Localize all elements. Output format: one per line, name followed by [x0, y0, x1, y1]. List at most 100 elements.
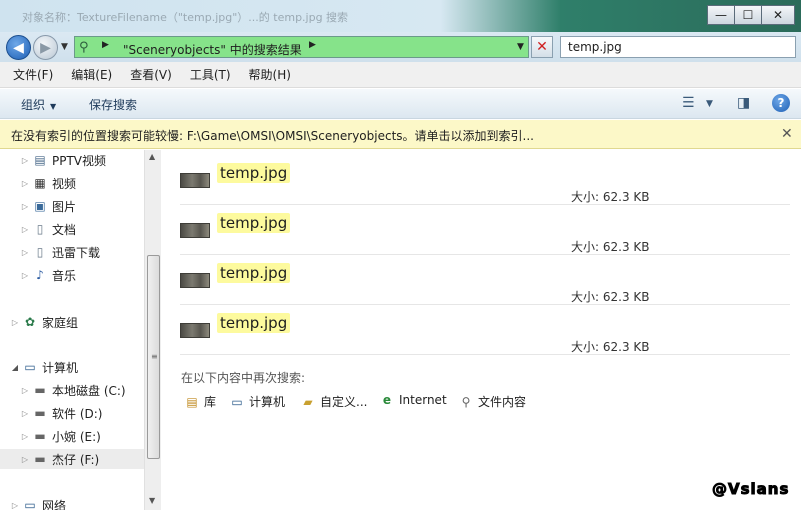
title-bar: 对象名称：TextureFilename（"temp.jpg"）...的 tem… — [0, 0, 801, 32]
nav-item-pictures[interactable]: ▷ ▣ 图片 — [20, 196, 161, 216]
search-again-file-contents[interactable]: ⚲ 文件内容 — [458, 393, 526, 410]
document-icon: ▯ — [36, 222, 44, 236]
back-button[interactable]: ◀ — [6, 35, 31, 60]
drive-icon: ▬ — [34, 406, 46, 420]
save-search-button[interactable]: 保存搜索 — [89, 96, 137, 113]
folder-icon: ▰ — [303, 394, 313, 409]
result-item[interactable]: temp.jpg 大小: 62.3 KB — [180, 305, 790, 355]
close-icon[interactable]: ✕ — [781, 126, 793, 142]
breadcrumb-current[interactable]: "Sceneryobjects" 中的搜索结果 — [123, 41, 302, 58]
nav-item-label: 小婉 (E:) — [52, 429, 101, 444]
preview-pane-icon[interactable]: ◨ — [737, 95, 750, 111]
result-item[interactable]: temp.jpg 大小: 62.3 KB — [180, 205, 790, 255]
search-again-custom[interactable]: ▰ 自定义... — [300, 393, 367, 410]
info-bar-text[interactable]: 在没有索引的位置搜索可能较慢: F:\Game\OMSI\OMSI\Scener… — [11, 127, 534, 144]
size-label: 大小: — [571, 290, 600, 304]
organize-label: 组织 — [21, 98, 46, 112]
nav-scrollbar[interactable]: ▲ ≡ ▼ — [144, 150, 161, 510]
organize-button[interactable]: 组织 ▼ — [21, 96, 56, 113]
nav-item-thunder-downloads[interactable]: ▷ ▯ 迅雷下载 — [20, 242, 161, 262]
size-label: 大小: — [571, 340, 600, 354]
breadcrumb-chevron-icon[interactable]: ▶ — [102, 40, 109, 50]
recent-pages-dropdown[interactable]: ▼ — [61, 42, 68, 52]
address-bar[interactable]: ⚲ ▶ "Sceneryobjects" 中的搜索结果 ▶ ▼ — [74, 36, 529, 58]
result-size: 大小: 62.3 KB — [571, 338, 650, 355]
nav-item-pptv[interactable]: ▷ ▤ PPTV视频 — [20, 150, 161, 170]
result-item[interactable]: temp.jpg 大小: 62.3 KB — [180, 155, 790, 205]
nav-item-label: 家庭组 — [42, 315, 79, 330]
expand-icon[interactable]: ▷ — [20, 202, 30, 211]
nav-item-label: 软件 (D:) — [52, 406, 103, 421]
nav-item-music[interactable]: ▷ ♪ 音乐 — [20, 265, 161, 285]
result-filename[interactable]: temp.jpg — [217, 213, 291, 233]
expand-icon[interactable]: ▷ — [10, 501, 20, 510]
option-label: 文件内容 — [478, 395, 527, 409]
search-again-computer[interactable]: ▭ 计算机 — [229, 393, 285, 410]
expand-icon[interactable]: ▷ — [20, 156, 30, 165]
nav-item-drive-c[interactable]: ▷ ▬ 本地磁盘 (C:) — [20, 380, 161, 400]
expand-icon[interactable]: ▷ — [20, 248, 30, 257]
expand-icon[interactable]: ▷ — [20, 409, 30, 418]
nav-item-documents[interactable]: ▷ ▯ 文档 — [20, 219, 161, 239]
search-box[interactable] — [560, 36, 796, 58]
menu-help[interactable]: 帮助(H) — [240, 66, 300, 83]
expand-icon[interactable]: ▷ — [20, 455, 30, 464]
forward-button[interactable]: ▶ — [33, 35, 58, 60]
nav-item-drive-e[interactable]: ▷ ▬ 小婉 (E:) — [20, 426, 161, 446]
expand-icon[interactable]: ▷ — [20, 271, 30, 280]
result-item[interactable]: temp.jpg 大小: 62.3 KB — [180, 255, 790, 305]
computer-icon: ▭ — [24, 360, 36, 374]
menu-view[interactable]: 查看(V) — [121, 66, 181, 83]
size-value: 62.3 KB — [602, 340, 650, 354]
size-label: 大小: — [571, 240, 600, 254]
address-dropdown-icon[interactable]: ▼ — [517, 42, 524, 52]
expand-icon[interactable]: ▷ — [20, 225, 30, 234]
nav-item-label: 图片 — [52, 199, 77, 214]
menu-edit[interactable]: 编辑(E) — [62, 66, 121, 83]
nav-item-computer[interactable]: ◢ ▭ 计算机 — [10, 357, 153, 377]
library-icon: ▤ — [186, 394, 198, 409]
document-search-icon: ⚲ — [461, 394, 471, 409]
result-filename[interactable]: temp.jpg — [217, 263, 291, 283]
result-size: 大小: 62.3 KB — [571, 288, 650, 305]
expand-icon[interactable]: ▷ — [20, 432, 30, 441]
result-filename[interactable]: temp.jpg — [217, 313, 291, 333]
scroll-thumb[interactable]: ≡ — [147, 255, 160, 459]
maximize-button[interactable]: ☐ — [734, 5, 762, 25]
minimize-button[interactable]: — — [707, 5, 735, 25]
grip-icon: ≡ — [151, 352, 158, 361]
watermark-logo: @Vsians — [711, 480, 790, 499]
menu-tools[interactable]: 工具(T) — [181, 66, 240, 83]
search-again-internet[interactable]: e Internet — [379, 393, 447, 407]
menu-file[interactable]: 文件(F) — [4, 66, 62, 83]
expand-icon[interactable]: ▷ — [20, 179, 30, 188]
nav-item-drive-d[interactable]: ▷ ▬ 软件 (D:) — [20, 403, 161, 423]
search-results-pane: temp.jpg 大小: 62.3 KB temp.jpg 大小: 62.3 K… — [162, 150, 801, 510]
collapse-icon[interactable]: ◢ — [10, 363, 20, 372]
nav-item-video[interactable]: ▷ ▦ 视频 — [20, 173, 161, 193]
view-dropdown-icon[interactable]: ▼ — [706, 99, 713, 109]
stop-search-button[interactable]: ✕ — [531, 36, 553, 58]
nav-item-label: 音乐 — [52, 268, 77, 283]
back-arrow-icon: ◀ — [13, 39, 24, 56]
nav-item-drive-f[interactable]: ▷ ▬ 杰仔 (F:) — [0, 449, 144, 469]
search-input[interactable] — [566, 37, 766, 57]
nav-item-network[interactable]: ▷ ▭ 网络 — [10, 495, 153, 510]
scroll-down-icon[interactable]: ▼ — [149, 496, 155, 505]
close-button[interactable]: ✕ — [761, 5, 795, 25]
search-again-library[interactable]: ▤ 库 — [184, 393, 216, 410]
homegroup-icon: ✿ — [24, 315, 36, 329]
view-options-icon[interactable]: ☰ — [682, 95, 695, 111]
expand-icon[interactable]: ▷ — [20, 386, 30, 395]
search-again-heading: 在以下内容中再次搜索: — [181, 371, 306, 385]
result-filename[interactable]: temp.jpg — [217, 163, 291, 183]
breadcrumb-chevron-icon[interactable]: ▶ — [309, 40, 316, 50]
download-icon: ▯ — [36, 245, 44, 259]
scroll-up-icon[interactable]: ▲ — [149, 152, 155, 161]
nav-item-homegroup[interactable]: ▷ ✿ 家庭组 — [10, 312, 153, 332]
expand-icon[interactable]: ▷ — [10, 318, 20, 327]
help-icon[interactable]: ? — [772, 94, 790, 112]
drive-icon: ▬ — [34, 383, 46, 397]
index-info-bar[interactable]: 在没有索引的位置搜索可能较慢: F:\Game\OMSI\OMSI\Scener… — [0, 120, 801, 149]
chevron-down-icon: ▼ — [50, 102, 57, 111]
